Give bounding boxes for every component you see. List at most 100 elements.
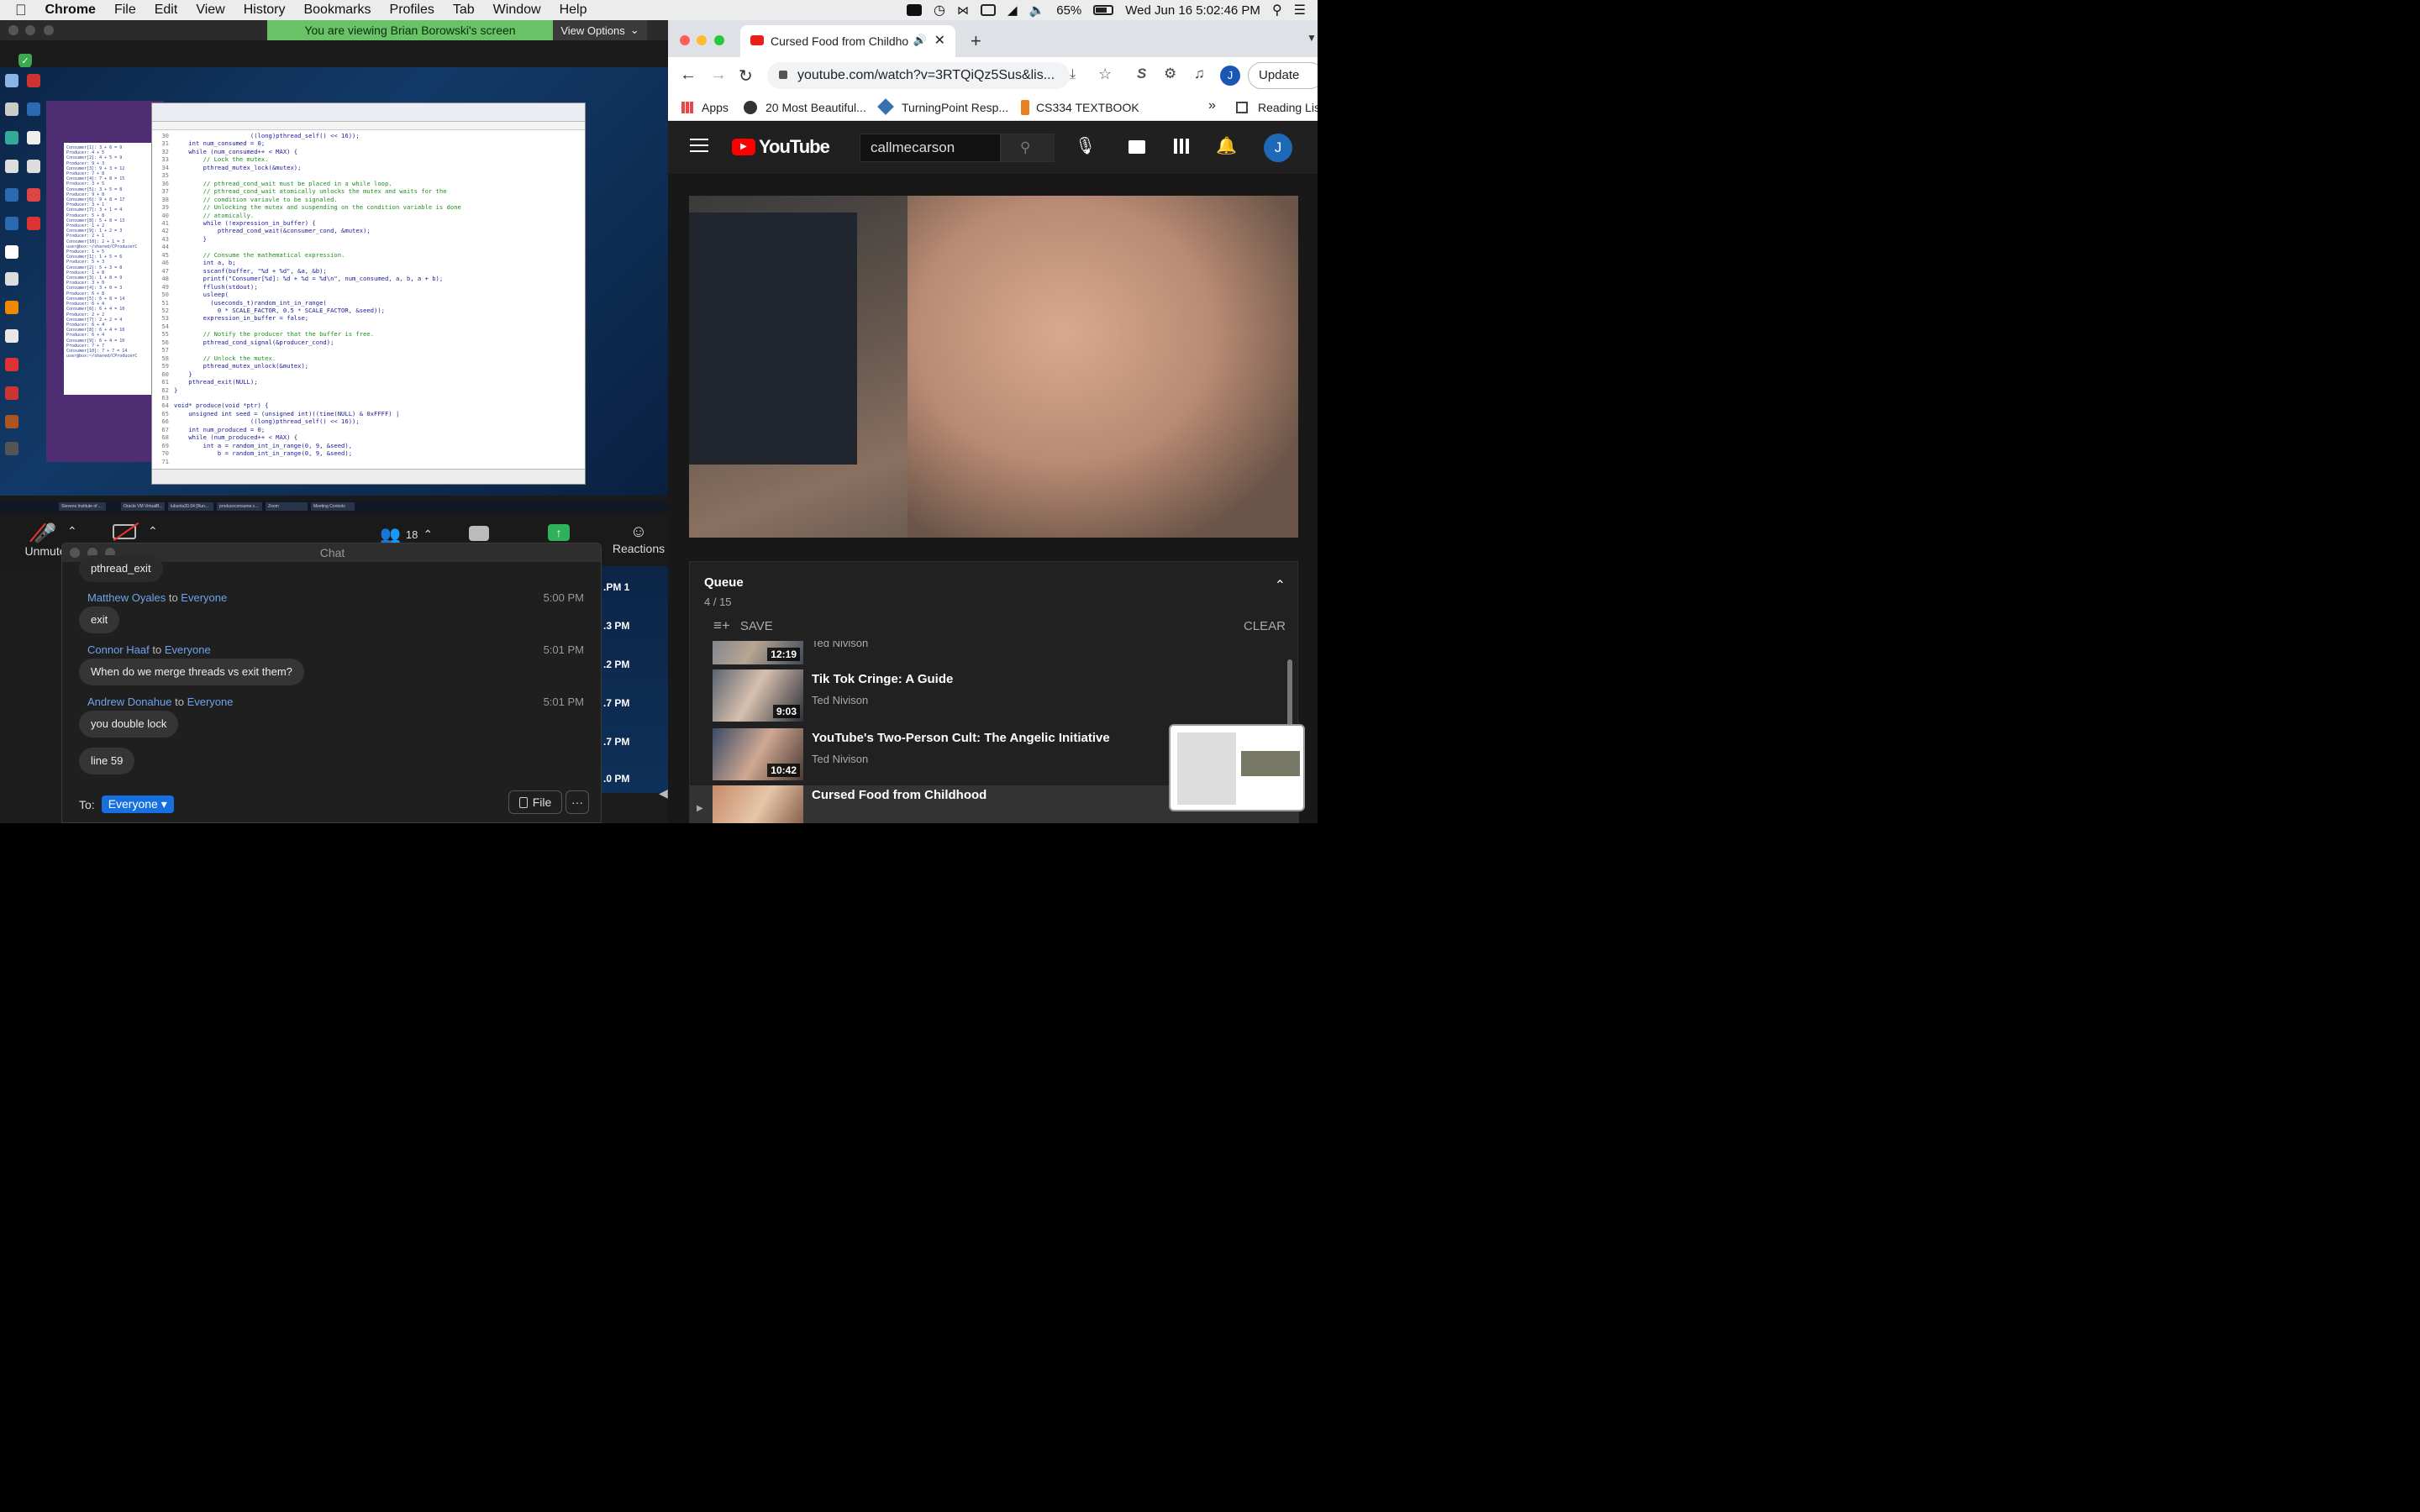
queue-item[interactable]: 12:19 Ted Nivison (713, 641, 1299, 666)
close-icon[interactable] (70, 548, 80, 558)
bookmark-item[interactable]: TurningPoint Resp... (902, 101, 1008, 114)
extensions-puzzle-icon[interactable]: ⚙ (1164, 66, 1176, 82)
new-tab-icon[interactable]: + (971, 30, 981, 52)
taskbar-item[interactable]: produceconsume.c... (217, 502, 262, 511)
volume-icon[interactable]: 🔈 (1029, 3, 1045, 18)
apps-grid-icon[interactable] (1174, 139, 1189, 154)
time-machine-icon[interactable]: ◷ (934, 2, 945, 18)
taskbar-item[interactable]: Oracle VM VirtualB... (121, 502, 165, 511)
minimize-icon[interactable] (25, 25, 35, 35)
menu-history[interactable]: History (234, 3, 295, 18)
apple-icon[interactable]:  (0, 2, 36, 19)
battery-icon[interactable] (1093, 5, 1114, 15)
maximize-icon[interactable] (714, 35, 724, 45)
screen-share-preview[interactable] (1169, 724, 1305, 811)
bookmark-page-icon[interactable] (1021, 100, 1029, 115)
zoom-icon[interactable] (44, 25, 54, 35)
menu-file[interactable]: File (105, 3, 145, 18)
bluetooth-icon[interactable]: ⋈ (957, 3, 969, 18)
file-button[interactable]: File (508, 790, 562, 814)
reading-list-icon[interactable] (1236, 102, 1248, 113)
bookmark-item[interactable]: CS334 TEXTBOOK (1036, 101, 1139, 114)
queue-item[interactable]: 9:03 Tik Tok Cringe: A Guide Ted Nivison (713, 669, 1299, 723)
search-input[interactable]: callmecarson (860, 134, 1001, 162)
code-view[interactable]: 30 ((long)pthread_self() << 16)); 31 int … (152, 132, 581, 470)
taskbar-item[interactable]: Meeting Controls (311, 502, 355, 511)
profile-avatar[interactable]: J (1220, 66, 1240, 86)
video-title[interactable]: YouTube's Two-Person Cult: The Angelic I… (812, 731, 1110, 745)
search-button[interactable]: ⚲ (1001, 134, 1055, 162)
clock[interactable]: Wed Jun 16 5:02:46 PM (1125, 3, 1260, 18)
account-avatar[interactable]: J (1264, 134, 1292, 162)
microphone-icon[interactable]: 🎙 (1075, 135, 1096, 156)
taskbar-item[interactable]: Zoom (266, 502, 308, 511)
bookmark-apps[interactable]: Apps (702, 101, 729, 114)
code-text: expression_in_buffer = false; (174, 314, 309, 323)
share-screen-icon[interactable]: ↑ (548, 524, 570, 541)
video-player[interactable] (689, 196, 1298, 538)
extension-s-icon[interactable]: S (1137, 66, 1146, 82)
media-control-icon[interactable]: ♫ (1194, 66, 1205, 82)
address-bar[interactable]: youtube.com/watch?v=3RTQiQz5Sus&lis... (767, 62, 1070, 89)
taskbar-item[interactable]: lubuntu20.04 [Run... (168, 502, 213, 511)
code-text: void* produce(void *ptr) { (174, 402, 269, 410)
skip-back-icon[interactable]: ◀ (659, 786, 668, 801)
reactions-button[interactable]: ☺ Reactions (612, 522, 666, 555)
menu-profiles[interactable]: Profiles (381, 3, 444, 18)
wifi-icon[interactable]: ◢ (1007, 3, 1018, 18)
app-menu[interactable]: Chrome (36, 3, 105, 18)
channel-name[interactable]: Ted Nivison (812, 753, 868, 765)
notifications-bell-icon[interactable]: 🔔 (1216, 135, 1237, 156)
menu-tab[interactable]: Tab (444, 3, 484, 18)
tab-search-icon[interactable]: ▼ (1307, 32, 1317, 44)
clear-button[interactable]: CLEAR (1244, 619, 1286, 633)
hamburger-menu-icon[interactable] (690, 139, 708, 152)
globe-icon[interactable] (744, 101, 757, 114)
video-title[interactable]: Tik Tok Cringe: A Guide (812, 672, 953, 686)
caret-down-icon: ▾ (160, 797, 167, 811)
chat-window: Chat pthread_exit Matthew Oyales to Ever… (61, 543, 602, 823)
channel-name[interactable]: Ted Nivison (812, 694, 868, 706)
audio-icon[interactable]: 🔊 (913, 34, 927, 47)
reading-list[interactable]: Reading Lis (1258, 101, 1318, 114)
memory-icon[interactable] (981, 4, 996, 16)
spotlight-icon[interactable]: ⚲ (1272, 2, 1282, 18)
menu-edit[interactable]: Edit (145, 3, 187, 18)
recipient-select[interactable]: Everyone ▾ (101, 795, 174, 813)
more-bookmarks-icon[interactable]: » (1208, 98, 1216, 113)
zoom-status-icon[interactable] (907, 4, 923, 16)
menu-bookmarks[interactable]: Bookmarks (294, 3, 380, 18)
create-video-icon[interactable] (1128, 140, 1145, 154)
cube-icon[interactable] (877, 98, 894, 115)
bookmark-star-icon[interactable]: ☆ (1098, 66, 1112, 83)
youtube-logo-text[interactable]: YouTube (759, 136, 830, 158)
collapse-chevron-icon[interactable]: ⌃ (1275, 577, 1286, 594)
close-tab-icon[interactable]: ✕ (934, 32, 945, 49)
chat-icon[interactable] (469, 526, 489, 541)
active-tab[interactable]: Cursed Food from Childho 🔊 ✕ (740, 25, 955, 57)
install-icon[interactable]: ⤓ (1070, 67, 1076, 82)
menu-window[interactable]: Window (484, 3, 550, 18)
close-icon[interactable] (680, 35, 690, 45)
minimize-icon[interactable] (697, 35, 707, 45)
chevron-up-icon[interactable]: ⌃ (148, 524, 158, 538)
control-center-icon[interactable]: ☰ (1294, 2, 1306, 18)
update-button[interactable]: Update (1248, 62, 1318, 89)
menu-view[interactable]: View (187, 3, 234, 18)
reload-icon[interactable]: ↻ (739, 66, 753, 87)
forward-icon[interactable]: → (710, 66, 727, 85)
more-options-button[interactable]: ··· (566, 790, 589, 814)
apps-icon[interactable] (681, 102, 693, 113)
taskbar-item[interactable]: Stevens Institute of ... (59, 502, 106, 511)
view-options-button[interactable]: View Options ⌄ (553, 20, 647, 40)
menu-help[interactable]: Help (550, 3, 597, 18)
youtube-logo-icon[interactable]: ▶ (732, 139, 755, 155)
close-icon[interactable] (8, 25, 18, 35)
save-button[interactable]: ≡+ SAVE (713, 617, 773, 634)
stopped-video-icon[interactable] (113, 522, 139, 542)
queue-scrollbar[interactable] (1287, 659, 1292, 727)
bookmark-item[interactable]: 20 Most Beautiful... (765, 101, 866, 114)
chevron-up-icon[interactable]: ⌃ (67, 524, 77, 538)
back-icon[interactable]: ← (680, 66, 697, 85)
video-title[interactable]: Cursed Food from Childhood (812, 788, 986, 802)
